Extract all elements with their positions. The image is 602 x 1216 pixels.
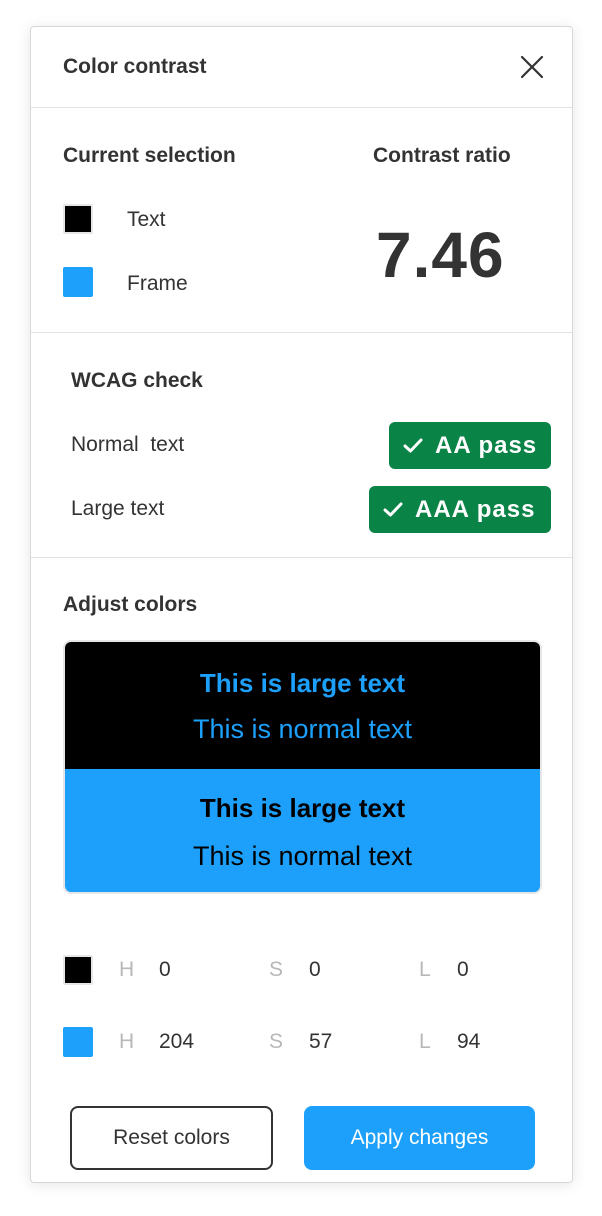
contrast-ratio-value: 7.46 [376, 219, 505, 291]
aaa-pass-label: AAA pass [415, 495, 536, 523]
lightness-label: L [419, 1030, 431, 1053]
contrast-preview: This is large text This is normal text T… [63, 640, 542, 894]
text-color-label: Text [127, 208, 166, 231]
text-lightness-input[interactable]: 0 [457, 958, 469, 982]
frame-color-hsl-row: H 204 S 57 L 94 [63, 1027, 540, 1059]
preview-large-text-dark: This is large text [199, 668, 406, 698]
frame-color-label: Frame [127, 272, 188, 295]
color-contrast-panel: Color contrast Current selection Contras… [30, 26, 573, 1183]
hue-label: H [119, 958, 135, 981]
aa-pass-label: AA pass [435, 431, 538, 459]
adjust-colors-section: Adjust colors This is large text This is… [31, 558, 572, 1182]
text-hue-input[interactable]: 0 [159, 958, 171, 982]
text-saturation-input[interactable]: 0 [309, 958, 321, 982]
frame-lightness-input[interactable]: 94 [457, 1030, 480, 1054]
wcag-check-heading: WCAG check [71, 369, 203, 392]
wcag-check-section: WCAG check Normal text AA pass Large tex… [31, 333, 572, 558]
hue-label: H [119, 1030, 135, 1053]
frame-saturation-input[interactable]: 57 [309, 1030, 332, 1054]
checkmark-icon [383, 502, 403, 516]
large-text-label: Large text [71, 497, 165, 520]
current-selection-heading: Current selection [63, 144, 236, 167]
preview-text-on-frame: This is large text This is normal text [65, 769, 540, 892]
frame-color-hsl-swatch[interactable] [63, 1027, 93, 1057]
apply-changes-button[interactable]: Apply changes [304, 1106, 535, 1170]
preview-large-text-light: This is large text [199, 793, 406, 823]
text-color-swatch[interactable] [63, 204, 93, 234]
saturation-label: S [269, 1030, 284, 1053]
contrast-ratio-heading: Contrast ratio [373, 144, 511, 167]
saturation-label: S [269, 958, 284, 981]
close-icon[interactable] [518, 53, 546, 81]
aaa-pass-badge: AAA pass [369, 486, 551, 533]
panel-title: Color contrast [63, 55, 207, 78]
lightness-label: L [419, 958, 431, 981]
frame-color-swatch[interactable] [63, 267, 93, 297]
frame-hue-input[interactable]: 204 [159, 1030, 194, 1054]
text-color-hsl-swatch[interactable] [63, 955, 93, 985]
adjust-colors-heading: Adjust colors [63, 593, 198, 616]
panel-header: Color contrast [31, 27, 572, 108]
preview-normal-text-dark: This is normal text [192, 714, 413, 744]
normal-text-label: Normal text [71, 433, 185, 456]
text-color-hsl-row: H 0 S 0 L 0 [63, 955, 540, 987]
aa-pass-badge: AA pass [389, 422, 551, 469]
reset-colors-button[interactable]: Reset colors [70, 1106, 273, 1170]
preview-text-on-dark: This is large text This is normal text [65, 642, 540, 769]
preview-normal-text-light: This is normal text [192, 841, 413, 871]
checkmark-icon [403, 438, 423, 452]
current-selection-section: Current selection Contrast ratio Text Fr… [31, 108, 572, 333]
